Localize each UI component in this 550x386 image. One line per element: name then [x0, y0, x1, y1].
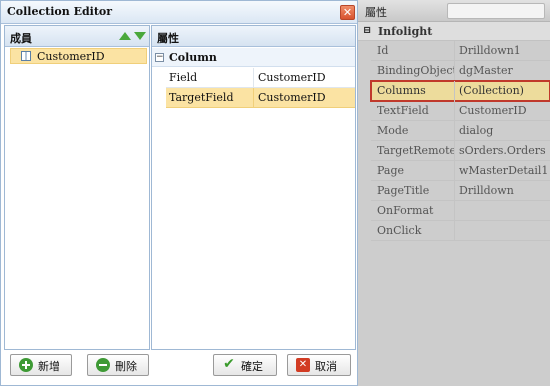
dialog-footer: 新增 刪除 ✔ 確定 ✕ 取消 [1, 351, 357, 385]
add-button[interactable]: 新增 [10, 354, 72, 376]
property-grid-header: 屬性 [357, 0, 550, 22]
property-grid-rows: Id Drilldown1 BindingObject dgMaster Col… [370, 41, 550, 241]
property-grid-title: 屬性 [365, 6, 387, 19]
members-panel: 成員 CustomerID [4, 25, 150, 350]
property-name: Mode [371, 121, 455, 141]
property-name: OnClick [371, 221, 455, 241]
property-value[interactable]: Drilldown1 [455, 41, 550, 61]
property-row-columns[interactable]: Columns (Collection) [370, 80, 550, 102]
add-icon [19, 358, 33, 372]
property-name: Field [166, 68, 254, 88]
ok-button-label: 確定 [241, 360, 263, 373]
property-name: TargetField [166, 88, 254, 108]
remove-icon [96, 358, 110, 372]
property-name: BindingObject [371, 61, 455, 81]
property-row-id[interactable]: Id Drilldown1 [371, 41, 550, 61]
member-item-customerid[interactable]: CustomerID [10, 48, 147, 64]
property-row-bindingobject[interactable]: BindingObject dgMaster [371, 61, 550, 81]
property-row-pagetitle[interactable]: PageTitle Drilldown [371, 181, 550, 201]
arrow-up-icon[interactable] [119, 32, 131, 40]
property-group-label: Column [169, 51, 217, 64]
property-name: TargetRemoteName [371, 141, 455, 161]
member-item-label: CustomerID [37, 50, 105, 63]
property-value[interactable]: Drilldown [455, 181, 550, 201]
property-grid-search-input[interactable] [447, 3, 545, 19]
dialog-titlebar[interactable]: Collection Editor ✕ [1, 1, 357, 24]
property-name: OnFormat [371, 201, 455, 221]
property-value[interactable] [455, 201, 550, 221]
property-row-page[interactable]: Page wMasterDetail1 [371, 161, 550, 181]
members-panel-header: 成員 [5, 26, 149, 47]
cancel-button[interactable]: ✕ 取消 [287, 354, 351, 376]
property-name: TextField [371, 101, 455, 121]
property-value[interactable]: CustomerID [455, 101, 550, 121]
property-row-mode[interactable]: Mode dialog [371, 121, 550, 141]
properties-panel-title: 屬性 [157, 32, 179, 45]
cancel-button-label: 取消 [315, 360, 337, 373]
property-value[interactable]: CustomerID [254, 68, 355, 88]
checkmark-icon: ✔ [223, 356, 235, 372]
close-button[interactable]: ✕ [340, 5, 355, 20]
collapse-icon[interactable]: ⊟ [363, 25, 371, 36]
property-row-textfield[interactable]: TextField CustomerID [371, 101, 550, 121]
property-group-column[interactable]: − Column [152, 48, 355, 67]
property-name: Columns [371, 81, 455, 101]
collection-editor-dialog: Collection Editor ✕ 成員 CustomerID 屬性 − C… [0, 0, 358, 386]
property-row-onclick[interactable]: OnClick [371, 221, 550, 241]
property-row-field[interactable]: Field CustomerID [166, 68, 355, 88]
column-icon [21, 51, 31, 61]
dialog-title: Collection Editor [7, 5, 113, 18]
ok-button[interactable]: ✔ 確定 [213, 354, 277, 376]
arrow-down-icon[interactable] [134, 32, 146, 40]
properties-panel-header: 屬性 [152, 26, 355, 47]
property-value[interactable]: sOrders.Orders [455, 141, 550, 161]
members-panel-title: 成員 [10, 32, 32, 45]
property-name: Page [371, 161, 455, 181]
cancel-icon: ✕ [296, 358, 310, 372]
property-value[interactable]: wMasterDetail1 [455, 161, 550, 181]
delete-button[interactable]: 刪除 [87, 354, 149, 376]
property-value[interactable]: dgMaster [455, 61, 550, 81]
property-value[interactable]: dialog [455, 121, 550, 141]
property-row-targetremotename[interactable]: TargetRemoteName sOrders.Orders [371, 141, 550, 161]
properties-panel: 屬性 − Column Field CustomerID TargetField… [151, 25, 356, 350]
close-icon: ✕ [342, 6, 353, 19]
property-grid-group-label: Infolight [378, 25, 433, 38]
property-grid: 屬性 ⊟ Infolight Id Drilldown1 BindingObje… [357, 0, 550, 386]
property-value[interactable] [455, 221, 550, 241]
property-row-targetfield[interactable]: TargetField CustomerID [166, 88, 355, 108]
property-row-onformat[interactable]: OnFormat [371, 201, 550, 221]
property-grid-group-infolight[interactable]: ⊟ Infolight [357, 22, 550, 41]
collapse-icon[interactable]: − [155, 53, 164, 62]
delete-button-label: 刪除 [115, 360, 137, 373]
add-button-label: 新增 [38, 360, 60, 373]
property-value[interactable]: CustomerID [254, 88, 355, 108]
property-name: Id [371, 41, 455, 61]
property-value[interactable]: (Collection) [455, 81, 550, 101]
property-name: PageTitle [371, 181, 455, 201]
